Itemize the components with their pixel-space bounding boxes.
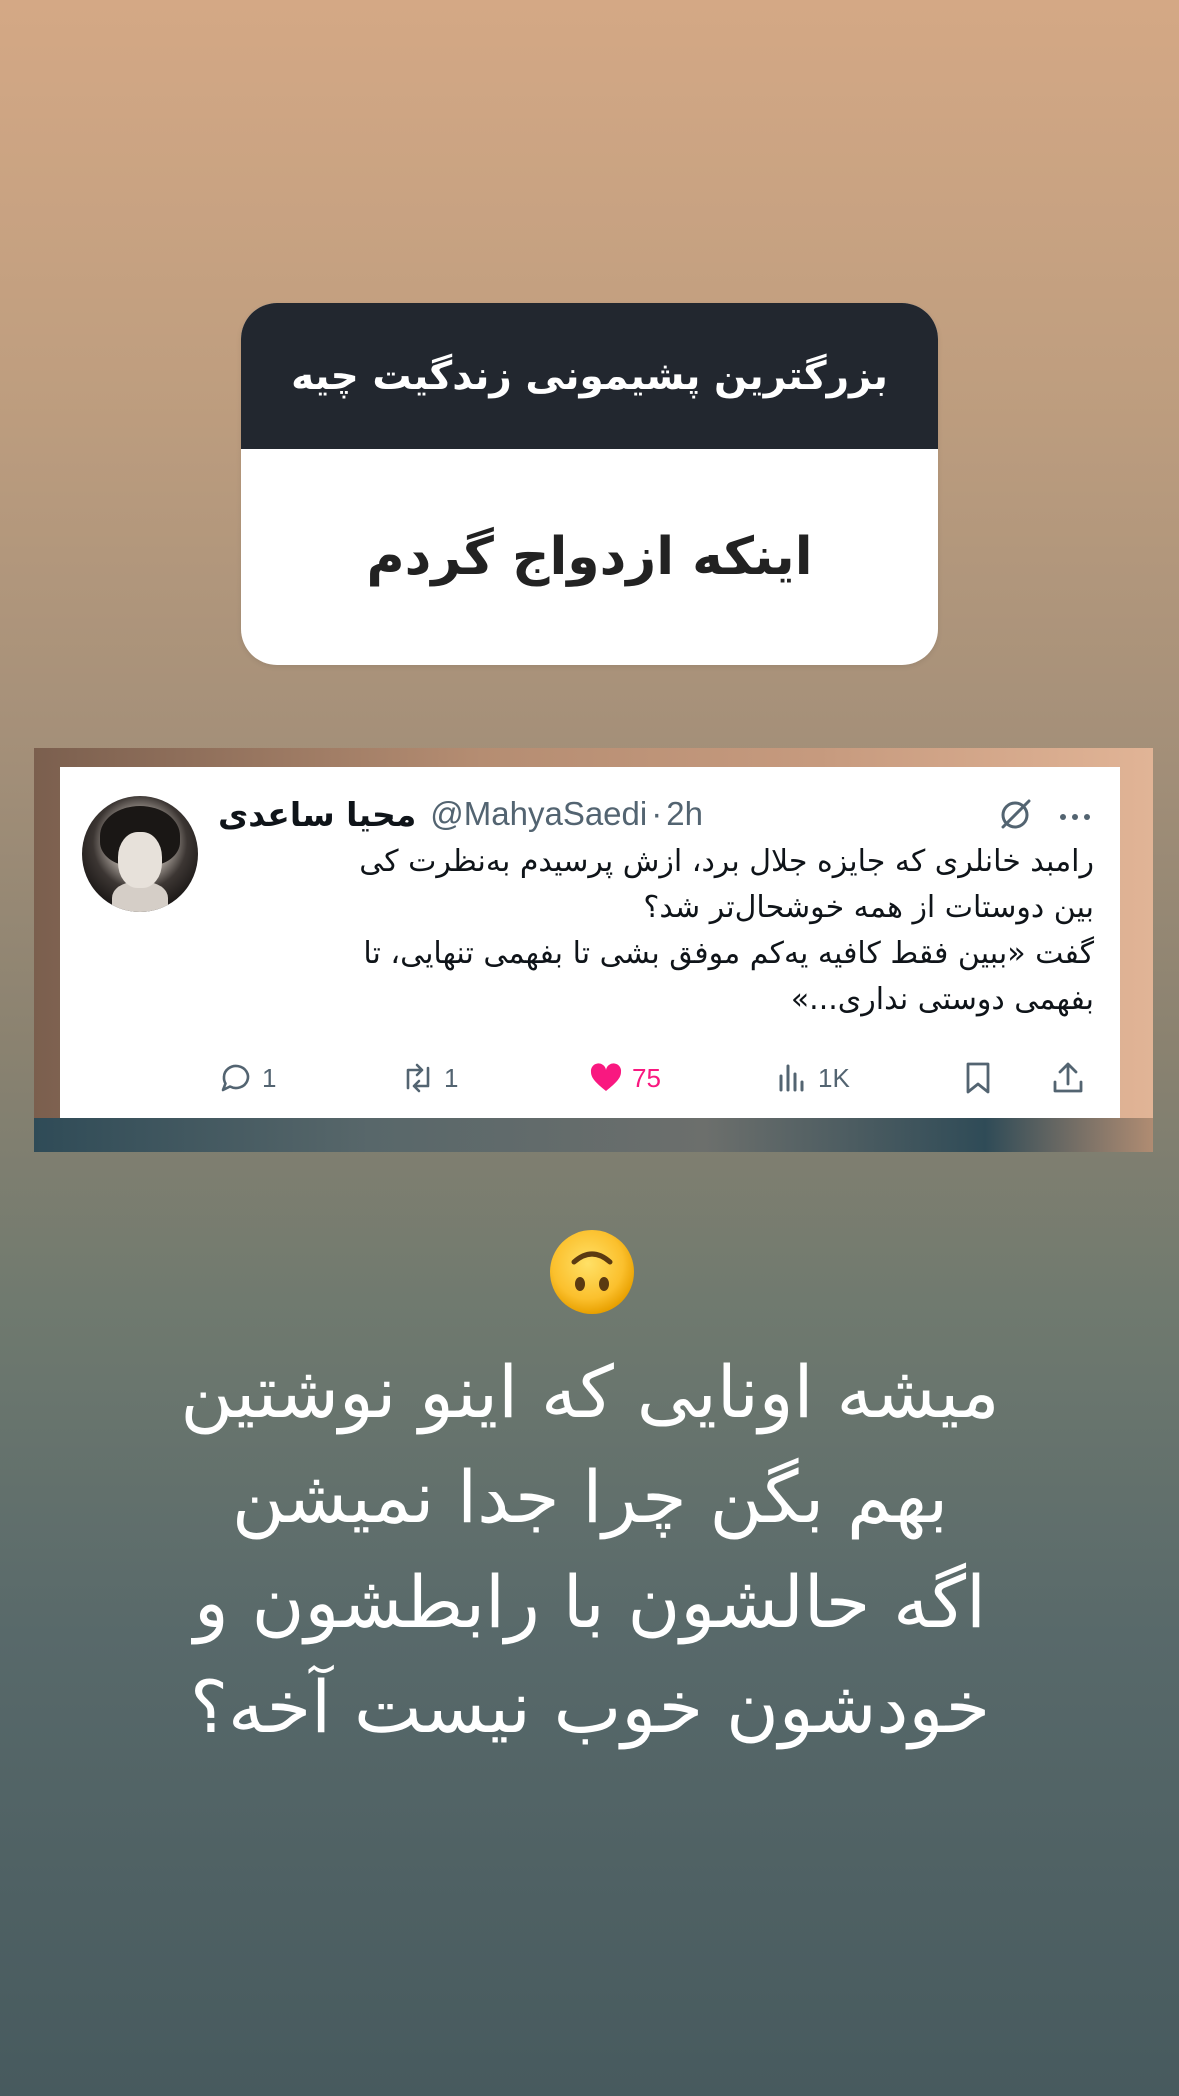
display-name: محیا ساعدی — [218, 794, 417, 834]
retweet-button: 1 — [400, 1057, 458, 1099]
bookmark-icon — [966, 1062, 990, 1094]
question-sticker[interactable]: بزرگترین پشیمونی زندگیت چیه اینکه ازدواج… — [241, 303, 938, 665]
caption-line: میشه اونایی که اینو نوشتین — [180, 1350, 1000, 1434]
more-icon — [1060, 814, 1090, 820]
heart-icon — [590, 1063, 622, 1091]
tweet-text: رامبد خانلری که جایزه جلال برد، ازش پرسی… — [218, 839, 1094, 1023]
retweet-icon — [406, 1063, 430, 1093]
views-count: 1K — [818, 1062, 850, 1093]
question-text: بزرگترین پشیمونی زندگیت چیه — [241, 303, 938, 449]
caption-line: خودشون خوب نیست آخه؟ — [189, 1665, 991, 1749]
share-icon — [1053, 1062, 1083, 1093]
views-button: 1K — [774, 1057, 850, 1099]
handle: @MahyaSaedi — [430, 795, 648, 832]
retweet-count: 1 — [444, 1062, 459, 1093]
tweet-card: محیا ساعدی @MahyaSaedi · 2h رامبد خانلری ک… — [60, 767, 1120, 1118]
like-count: 75 — [632, 1062, 661, 1093]
reply-icon — [221, 1064, 250, 1092]
timestamp: 2h — [666, 795, 703, 832]
tweet-line: گفت «ببین فقط کافیه یه‌کم موفق بشی تا بف… — [363, 936, 1094, 971]
avatar — [82, 796, 198, 912]
tweet-line: بین دوستات از همه خوشحال‌تر شد؟ — [643, 890, 1094, 925]
tweet-actions: 1 1 75 1K — [218, 1057, 1094, 1099]
reply-count: 1 — [262, 1062, 277, 1093]
tweet-screenshot: محیا ساعدی @MahyaSaedi · 2h رامبد خانلری ک… — [34, 748, 1153, 1152]
caption-line: بهم بگن چرا جدا نمیشن — [231, 1455, 949, 1539]
reply-button: 1 — [218, 1057, 276, 1099]
share-button — [1050, 1057, 1086, 1099]
story-caption: میشه اونایی که اینو نوشتین بهم بگن چرا ج… — [90, 1340, 1090, 1760]
separator: · — [651, 795, 663, 832]
upside-down-face-emoji — [550, 1230, 634, 1314]
like-button: 75 — [588, 1057, 661, 1099]
tweet-line: رامبد خانلری که جایزه جلال برد، ازش پرسی… — [359, 844, 1094, 879]
answer-text: اینکه ازدواج گردم — [366, 527, 813, 587]
bookmark-button — [960, 1057, 996, 1099]
grok-icon — [1001, 799, 1031, 829]
tweet-header: محیا ساعدی @MahyaSaedi · 2h — [218, 789, 703, 839]
blurred-background-strip — [34, 1118, 1153, 1152]
views-icon — [779, 1064, 804, 1092]
handle-and-time: @MahyaSaedi · 2h — [430, 795, 703, 833]
tweet-line: بفهمی دوستی نداری...» — [790, 982, 1094, 1017]
caption-line: اگه حالشون با رابطشون و — [193, 1560, 987, 1644]
